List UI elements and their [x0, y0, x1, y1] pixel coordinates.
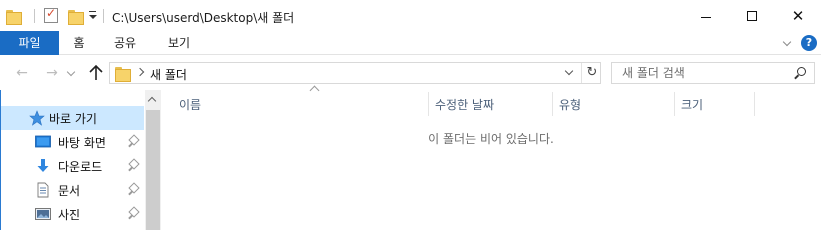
- close-icon: ✕: [791, 6, 805, 25]
- divider: [581, 63, 582, 83]
- sidebar-item-quick-access[interactable]: 바로 가기: [1, 106, 144, 130]
- search-input[interactable]: [622, 65, 782, 81]
- breadcrumb[interactable]: 새 폴더: [150, 66, 187, 83]
- download-icon: [37, 159, 49, 172]
- tab-file[interactable]: 파일: [0, 31, 59, 55]
- up-arrow-icon[interactable]: [88, 64, 104, 82]
- tab-home[interactable]: 홈: [59, 31, 99, 55]
- tab-share[interactable]: 공유: [99, 31, 151, 55]
- address-dropdown-icon[interactable]: [564, 66, 574, 76]
- back-arrow-icon[interactable]: ←: [13, 65, 31, 81]
- file-list: 이름 수정한 날짜 유형 크기 이 폴더는 비어 있습니다.: [161, 85, 821, 230]
- title-bar: C:\Users\userd\Desktop\새 폴더 ✕: [0, 0, 821, 32]
- maximize-icon: [747, 11, 757, 21]
- column-header-size[interactable]: 크기: [675, 92, 755, 116]
- folder-icon: [6, 7, 22, 25]
- ribbon-tabs: 파일 홈 공유 보기 ?: [0, 31, 821, 55]
- help-icon[interactable]: ?: [801, 35, 817, 51]
- column-header-label: 크기: [681, 98, 704, 112]
- search-box[interactable]: [611, 62, 815, 84]
- new-folder-icon[interactable]: [68, 7, 84, 25]
- tab-view[interactable]: 보기: [151, 31, 207, 55]
- expand-ribbon-icon[interactable]: [781, 37, 793, 49]
- window-title: C:\Users\userd\Desktop\새 폴더: [112, 11, 295, 25]
- star-icon: [29, 110, 45, 126]
- customize-toolbar-icon[interactable]: [88, 9, 97, 23]
- separator: [34, 9, 35, 23]
- forward-arrow-icon[interactable]: →: [43, 65, 61, 81]
- pin-icon[interactable]: [128, 208, 138, 220]
- sidebar-item-label: 사진: [58, 208, 81, 222]
- sidebar-item-documents[interactable]: 문서: [1, 178, 144, 202]
- ribbon-controls: ?: [781, 35, 817, 51]
- pin-icon[interactable]: [128, 136, 138, 148]
- folder-icon: [115, 67, 131, 82]
- sidebar-item-desktop[interactable]: 바탕 화면: [1, 130, 144, 154]
- pin-icon[interactable]: [128, 160, 138, 172]
- pictures-icon: [35, 208, 51, 220]
- empty-folder-message: 이 폴더는 비어 있습니다.: [428, 132, 554, 146]
- desktop-icon: [35, 135, 51, 148]
- minimize-icon: [701, 16, 711, 18]
- recent-locations-icon[interactable]: [66, 67, 76, 77]
- close-button[interactable]: ✕: [775, 0, 821, 32]
- column-header-label: 유형: [559, 98, 582, 112]
- minimize-button[interactable]: [683, 0, 729, 32]
- address-bar[interactable]: 새 폴더 ↻: [109, 62, 601, 84]
- column-header-label: 이름: [179, 98, 202, 112]
- column-header-label: 수정한 날짜: [435, 98, 495, 112]
- sidebar-item-label: 바로 가기: [49, 112, 97, 126]
- column-header-type[interactable]: 유형: [553, 92, 675, 116]
- sidebar-item-label: 문서: [58, 184, 81, 198]
- separator: [103, 9, 104, 23]
- column-header-name[interactable]: 이름: [173, 85, 429, 116]
- scrollbar-thumb[interactable]: [146, 110, 160, 230]
- sidebar-item-label: 다운로드: [58, 160, 103, 174]
- maximize-button[interactable]: [729, 0, 775, 32]
- sidebar-scrollbar[interactable]: [145, 90, 161, 230]
- navigation-pane: 바로 가기 바탕 화면 다운로드 문서 사진: [0, 90, 161, 230]
- sidebar-item-label: 바탕 화면: [58, 136, 106, 150]
- sidebar-item-pictures[interactable]: 사진: [1, 202, 144, 226]
- column-header-date-modified[interactable]: 수정한 날짜: [429, 92, 553, 116]
- pin-icon[interactable]: [128, 184, 138, 196]
- breadcrumb-chevron-icon[interactable]: [135, 67, 145, 77]
- properties-icon[interactable]: [44, 6, 58, 23]
- search-icon[interactable]: [793, 66, 807, 80]
- document-icon: [37, 182, 49, 198]
- refresh-icon[interactable]: ↻: [585, 64, 599, 82]
- sidebar-item-downloads[interactable]: 다운로드: [1, 154, 144, 178]
- scroll-up-icon[interactable]: [147, 96, 157, 106]
- column-divider[interactable]: [754, 92, 755, 116]
